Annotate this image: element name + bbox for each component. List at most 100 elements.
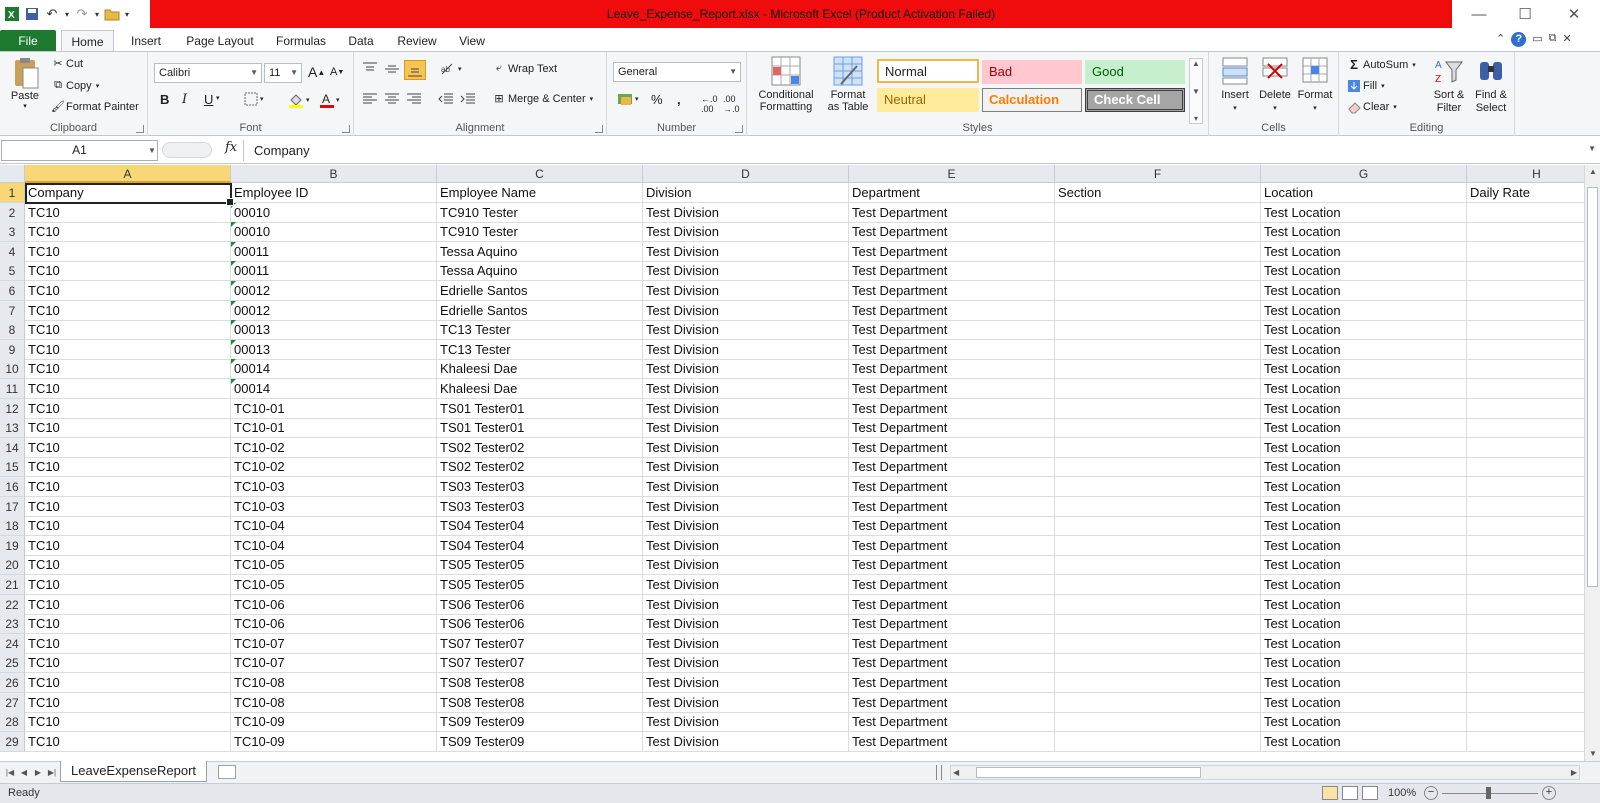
style-normal[interactable]: Normal [877, 59, 979, 83]
tab-insert[interactable]: Insert [124, 30, 168, 52]
alignment-launcher-icon[interactable] [595, 125, 603, 133]
tab-data[interactable]: Data [342, 30, 380, 52]
align-middle-icon[interactable] [384, 62, 400, 76]
find-select-button[interactable]: Find & Select [1469, 56, 1513, 115]
table-cell[interactable]: Test Division [643, 398, 849, 419]
table-cell[interactable]: TC10-04 [231, 535, 437, 556]
row-header-19[interactable]: 19 [0, 535, 25, 556]
table-cell[interactable]: 00014 [231, 379, 437, 399]
table-cell[interactable] [1055, 731, 1261, 752]
table-cell[interactable]: TC10-08 [231, 673, 437, 693]
table-cell[interactable]: Tessa Aquino [437, 261, 643, 282]
row-header-28[interactable]: 28 [0, 712, 25, 733]
table-cell[interactable] [1055, 477, 1261, 497]
table-cell[interactable]: Test Division [643, 575, 849, 595]
table-cell[interactable] [1467, 399, 1584, 419]
table-cell[interactable]: Test Location [1261, 437, 1467, 458]
table-cell[interactable] [1055, 222, 1261, 243]
row-header-11[interactable]: 11 [0, 379, 25, 399]
font-name-combo[interactable]: Calibri ▼ [154, 63, 262, 83]
table-cell[interactable]: Test Location [1261, 359, 1467, 380]
table-cell[interactable]: TS03 Tester03 [437, 496, 643, 517]
table-cell[interactable]: TS09 Tester09 [437, 712, 643, 733]
table-cell[interactable]: TC10 [25, 320, 231, 341]
row-header-4[interactable]: 4 [0, 241, 25, 262]
table-cell[interactable]: TC10 [25, 398, 231, 419]
cut-button[interactable]: ✂ Cut [50, 57, 83, 71]
table-cell[interactable] [1467, 379, 1584, 399]
table-cell[interactable] [1055, 457, 1261, 478]
row-header-10[interactable]: 10 [0, 359, 25, 380]
row-header-18[interactable]: 18 [0, 516, 25, 537]
table-cell[interactable]: TS06 Tester06 [437, 614, 643, 635]
insert-worksheet-icon[interactable] [218, 765, 236, 779]
font-launcher-icon[interactable] [342, 125, 350, 133]
sort-filter-button[interactable]: AZ Sort & Filter [1429, 56, 1469, 115]
row-header-9[interactable]: 9 [0, 339, 25, 360]
table-cell[interactable]: Test Location [1261, 379, 1467, 399]
table-cell[interactable]: TC10-03 [231, 477, 437, 497]
redo-dropdown-icon[interactable]: ▾ [92, 4, 102, 24]
row-header-21[interactable]: 21 [0, 575, 25, 595]
table-cell[interactable]: TC10 [25, 261, 231, 282]
table-cell[interactable] [1055, 712, 1261, 733]
row-header-15[interactable]: 15 [0, 457, 25, 478]
table-cell[interactable]: Test Department [849, 516, 1055, 537]
table-cell[interactable]: TC10 [25, 633, 231, 654]
table-cell[interactable] [1467, 555, 1584, 576]
maximize-icon[interactable]: ☐ [1502, 0, 1548, 28]
table-cell[interactable]: TC10-06 [231, 594, 437, 615]
table-cell[interactable] [1055, 555, 1261, 576]
table-cell[interactable] [1055, 496, 1261, 517]
select-all-corner[interactable] [0, 165, 25, 183]
row-header-16[interactable]: 16 [0, 477, 25, 497]
table-cell[interactable] [1055, 241, 1261, 262]
table-cell[interactable]: Test Department [849, 457, 1055, 478]
table-cell[interactable] [1467, 653, 1584, 674]
table-cell[interactable]: Test Location [1261, 692, 1467, 713]
tab-page-layout[interactable]: Page Layout [180, 30, 260, 52]
table-cell[interactable]: Test Division [643, 359, 849, 380]
increase-decimal-icon[interactable]: ←.0.00 [701, 94, 718, 114]
clear-button[interactable]: Clear ▾ [1345, 100, 1397, 114]
table-cell[interactable]: Test Department [849, 731, 1055, 752]
table-cell[interactable]: Test Location [1261, 594, 1467, 615]
worksheet-grid[interactable]: A B C D E F G H 1 Company Employee ID Employee Name… [0, 165, 1584, 761]
format-painter-button[interactable]: 🖌 Format Painter [50, 100, 139, 114]
table-cell[interactable]: Test Location [1261, 457, 1467, 478]
next-sheet-icon[interactable]: ▶ [32, 765, 44, 781]
column-header-e[interactable]: E [849, 165, 1055, 183]
table-cell[interactable]: TC10-04 [231, 516, 437, 537]
row-header-23[interactable]: 23 [0, 614, 25, 635]
table-cell[interactable]: 00010 [231, 202, 437, 223]
table-cell[interactable] [1467, 497, 1584, 517]
row-header-26[interactable]: 26 [0, 673, 25, 693]
table-cell[interactable]: TC10 [25, 241, 231, 262]
undo-icon[interactable]: ↶ [42, 4, 62, 24]
table-cell[interactable]: TC13 Tester [437, 339, 643, 360]
table-cell[interactable]: TC10-08 [231, 692, 437, 713]
table-cell[interactable]: TC10-07 [231, 633, 437, 654]
table-cell[interactable]: TS01 Tester01 [437, 398, 643, 419]
table-cell[interactable]: Test Department [849, 437, 1055, 458]
table-cell[interactable]: TS08 Tester08 [437, 673, 643, 693]
help-icon[interactable]: ? [1511, 32, 1527, 47]
table-cell[interactable] [1055, 633, 1261, 654]
table-cell[interactable] [1467, 242, 1584, 262]
table-cell[interactable]: Test Location [1261, 398, 1467, 419]
table-cell[interactable]: Test Location [1261, 575, 1467, 595]
decrease-decimal-icon[interactable]: .00 →.0 [723, 94, 740, 114]
row-header-2[interactable]: 2 [0, 202, 25, 223]
table-cell[interactable]: Test Department [849, 594, 1055, 615]
table-cell[interactable]: TS02 Tester02 [437, 457, 643, 478]
table-cell[interactable] [1467, 359, 1584, 380]
table-cell[interactable]: Test Location [1261, 555, 1467, 576]
table-cell[interactable]: Test Location [1261, 222, 1467, 243]
table-cell[interactable]: Test Department [849, 379, 1055, 399]
row-header-3[interactable]: 3 [0, 222, 25, 243]
insert-cells-button[interactable]: Insert ▾ [1215, 56, 1255, 115]
table-cell[interactable]: Test Department [849, 633, 1055, 654]
table-cell[interactable] [1055, 437, 1261, 458]
formula-input[interactable]: Company [243, 140, 1583, 161]
table-cell[interactable]: Test Department [849, 281, 1055, 301]
